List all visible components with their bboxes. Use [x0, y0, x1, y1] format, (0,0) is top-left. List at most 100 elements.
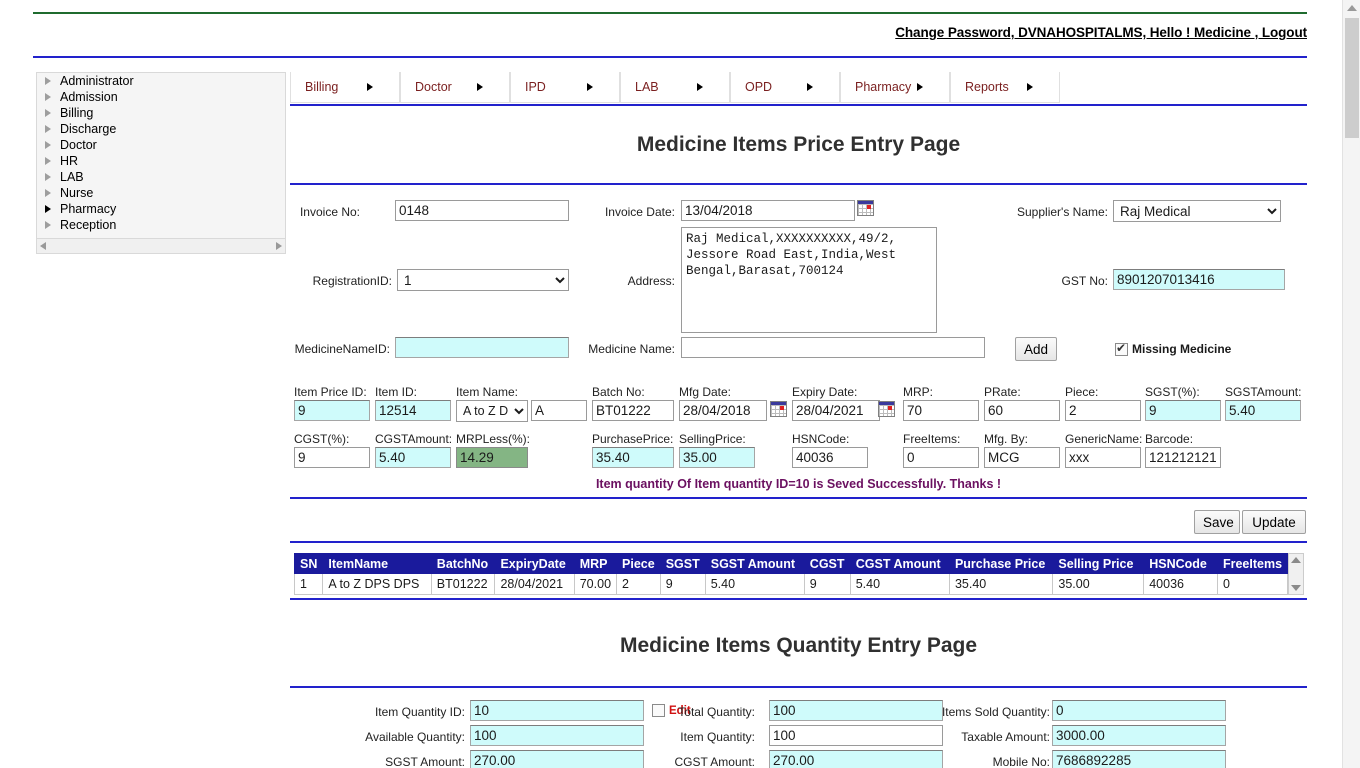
missing-medicine-checkbox-wrap[interactable]: Missing Medicine [1115, 341, 1231, 356]
cgst-percent-input[interactable] [294, 447, 370, 468]
menu-item-doctor[interactable]: Doctor [400, 72, 510, 103]
divider-below-quantity-title [290, 686, 1307, 688]
sidebar-item-nurse[interactable]: Nurse [37, 185, 285, 201]
col-sellingprice: Selling Price [1052, 553, 1145, 574]
scroll-right-icon[interactable] [276, 242, 282, 250]
menu-item-reports[interactable]: Reports [950, 72, 1060, 103]
sidebar-item-billing[interactable]: Billing [37, 105, 285, 121]
cell-cgst-amount: 5.40 [849, 573, 950, 595]
chevron-right-icon [1027, 83, 1033, 91]
sidebar-horizontal-scrollbar[interactable] [36, 238, 286, 254]
piece-input[interactable] [1065, 400, 1141, 421]
label-cgst-amount: CGSTAmount: [375, 432, 453, 446]
label-invoice-date: Invoice Date: [604, 205, 675, 219]
cell-itemname: A to Z DPS DPS [322, 573, 432, 595]
sidebar-item-label: Doctor [60, 138, 97, 152]
calendar-icon-invoice-date[interactable] [857, 200, 874, 216]
barcode-input[interactable] [1145, 447, 1221, 468]
label-available-quantity: Available Quantity: [365, 730, 465, 744]
table-vertical-scrollbar[interactable] [1288, 553, 1304, 595]
menu-item-label: Billing [305, 80, 339, 94]
expiry-date-input[interactable] [792, 400, 880, 421]
items-sold-quantity-input[interactable] [1052, 700, 1226, 721]
scroll-left-icon[interactable] [40, 242, 46, 250]
taxable-amount-input[interactable] [1052, 725, 1226, 746]
sidebar-item-administrator[interactable]: Administrator [37, 73, 285, 89]
menu-item-pharmacy[interactable]: Pharmacy [840, 72, 950, 103]
save-button[interactable]: Save [1194, 510, 1240, 534]
sidebar-item-doctor[interactable]: Doctor [37, 137, 285, 153]
cell-hsncode: 40036 [1143, 573, 1218, 595]
label-mrpless-pct: MRPLess(%): [456, 432, 531, 446]
label-sgst-amount-qty: SGST Amount: [385, 755, 465, 768]
scroll-down-icon[interactable] [1291, 585, 1302, 591]
medicine-name-id-input[interactable] [395, 337, 569, 358]
hsn-code-input[interactable] [792, 447, 868, 468]
divider-above-table [290, 541, 1307, 543]
free-items-input[interactable] [903, 447, 979, 468]
missing-medicine-checkbox[interactable] [1115, 341, 1128, 356]
registration-id-select[interactable]: 1 [397, 269, 569, 291]
sgst-percent-input[interactable] [1145, 400, 1221, 421]
menu-item-lab[interactable]: LAB [620, 72, 730, 103]
menu-item-label: IPD [525, 80, 546, 94]
suppliers-name-select[interactable]: Raj Medical [1113, 200, 1281, 222]
menu-item-ipd[interactable]: IPD [510, 72, 620, 103]
mobile-no-input[interactable] [1052, 750, 1226, 768]
mrpless-percent-input[interactable] [456, 447, 528, 468]
menu-item-opd[interactable]: OPD [730, 72, 840, 103]
scroll-up-icon[interactable] [1347, 5, 1357, 11]
sidebar-item-discharge[interactable]: Discharge [37, 121, 285, 137]
sgst-amount-input[interactable] [1225, 400, 1301, 421]
invoice-no-input[interactable] [395, 200, 569, 221]
scroll-up-icon[interactable] [1291, 557, 1302, 563]
sidebar-item-admission[interactable]: Admission [37, 89, 285, 105]
sidebar-item-reception[interactable]: Reception [37, 217, 285, 233]
purchase-price-input[interactable] [592, 447, 674, 468]
label-mrp: MRP: [903, 385, 933, 399]
scrollbar-thumb[interactable] [1345, 18, 1359, 138]
add-button[interactable]: Add [1015, 337, 1057, 361]
address-textarea[interactable]: Raj Medical,XXXXXXXXXX,49/2, Jessore Roa… [681, 227, 937, 333]
calendar-icon-expiry-date[interactable] [878, 401, 895, 417]
page-vertical-scrollbar[interactable] [1342, 0, 1360, 768]
mfg-date-input[interactable] [679, 400, 767, 421]
calendar-icon-mfg-date[interactable] [770, 401, 787, 417]
cgst-amount-qty-input[interactable] [769, 750, 943, 768]
cell-sellingprice: 35.00 [1052, 573, 1145, 595]
menu-item-billing[interactable]: Billing [290, 72, 400, 103]
divider-header [33, 56, 1307, 58]
menu-item-label: Pharmacy [855, 80, 912, 94]
account-bar: Change Password, DVNAHOSPITALMS, Hello !… [0, 24, 1311, 42]
sidebar-item-label: Pharmacy [60, 202, 117, 216]
gst-no-input[interactable] [1113, 269, 1285, 290]
prate-input[interactable] [984, 400, 1060, 421]
generic-name-input[interactable] [1065, 447, 1141, 468]
item-price-id-input[interactable] [294, 400, 370, 421]
account-links[interactable]: Change Password, DVNAHOSPITALMS, Hello !… [895, 25, 1307, 40]
cell-batchno: BT01222 [430, 573, 496, 595]
medicine-name-input[interactable] [681, 337, 985, 358]
update-button[interactable]: Update [1242, 510, 1306, 534]
invoice-date-input[interactable] [681, 200, 855, 221]
sidebar-item-pharmacy[interactable]: Pharmacy [37, 201, 285, 217]
label-sgst-amount: SGSTAmount: [1225, 385, 1302, 399]
mfg-by-input[interactable] [984, 447, 1060, 468]
sidebar-item-label: Nurse [60, 186, 94, 200]
col-itemname: ItemName [322, 553, 432, 574]
mrp-input[interactable] [903, 400, 979, 421]
cgst-amount-input[interactable] [375, 447, 451, 468]
table-row[interactable]: 1 A to Z DPS DPS BT01222 28/04/2021 70.0… [293, 573, 1289, 595]
col-freeitems: FreeItems [1216, 553, 1289, 574]
selling-price-input[interactable] [679, 447, 755, 468]
item-id-input[interactable] [375, 400, 451, 421]
chevron-right-icon [45, 77, 51, 85]
item-name-select[interactable]: A to Z D [456, 400, 528, 422]
col-purchaseprice: Purchase Price [948, 553, 1054, 574]
label-gst-no: GST No: [1061, 274, 1108, 288]
col-mrp: MRP [573, 553, 618, 574]
item-name-input[interactable] [531, 400, 587, 421]
batch-no-input[interactable] [592, 400, 674, 421]
sidebar-item-hr[interactable]: HR [37, 153, 285, 169]
sidebar-item-lab[interactable]: LAB [37, 169, 285, 185]
